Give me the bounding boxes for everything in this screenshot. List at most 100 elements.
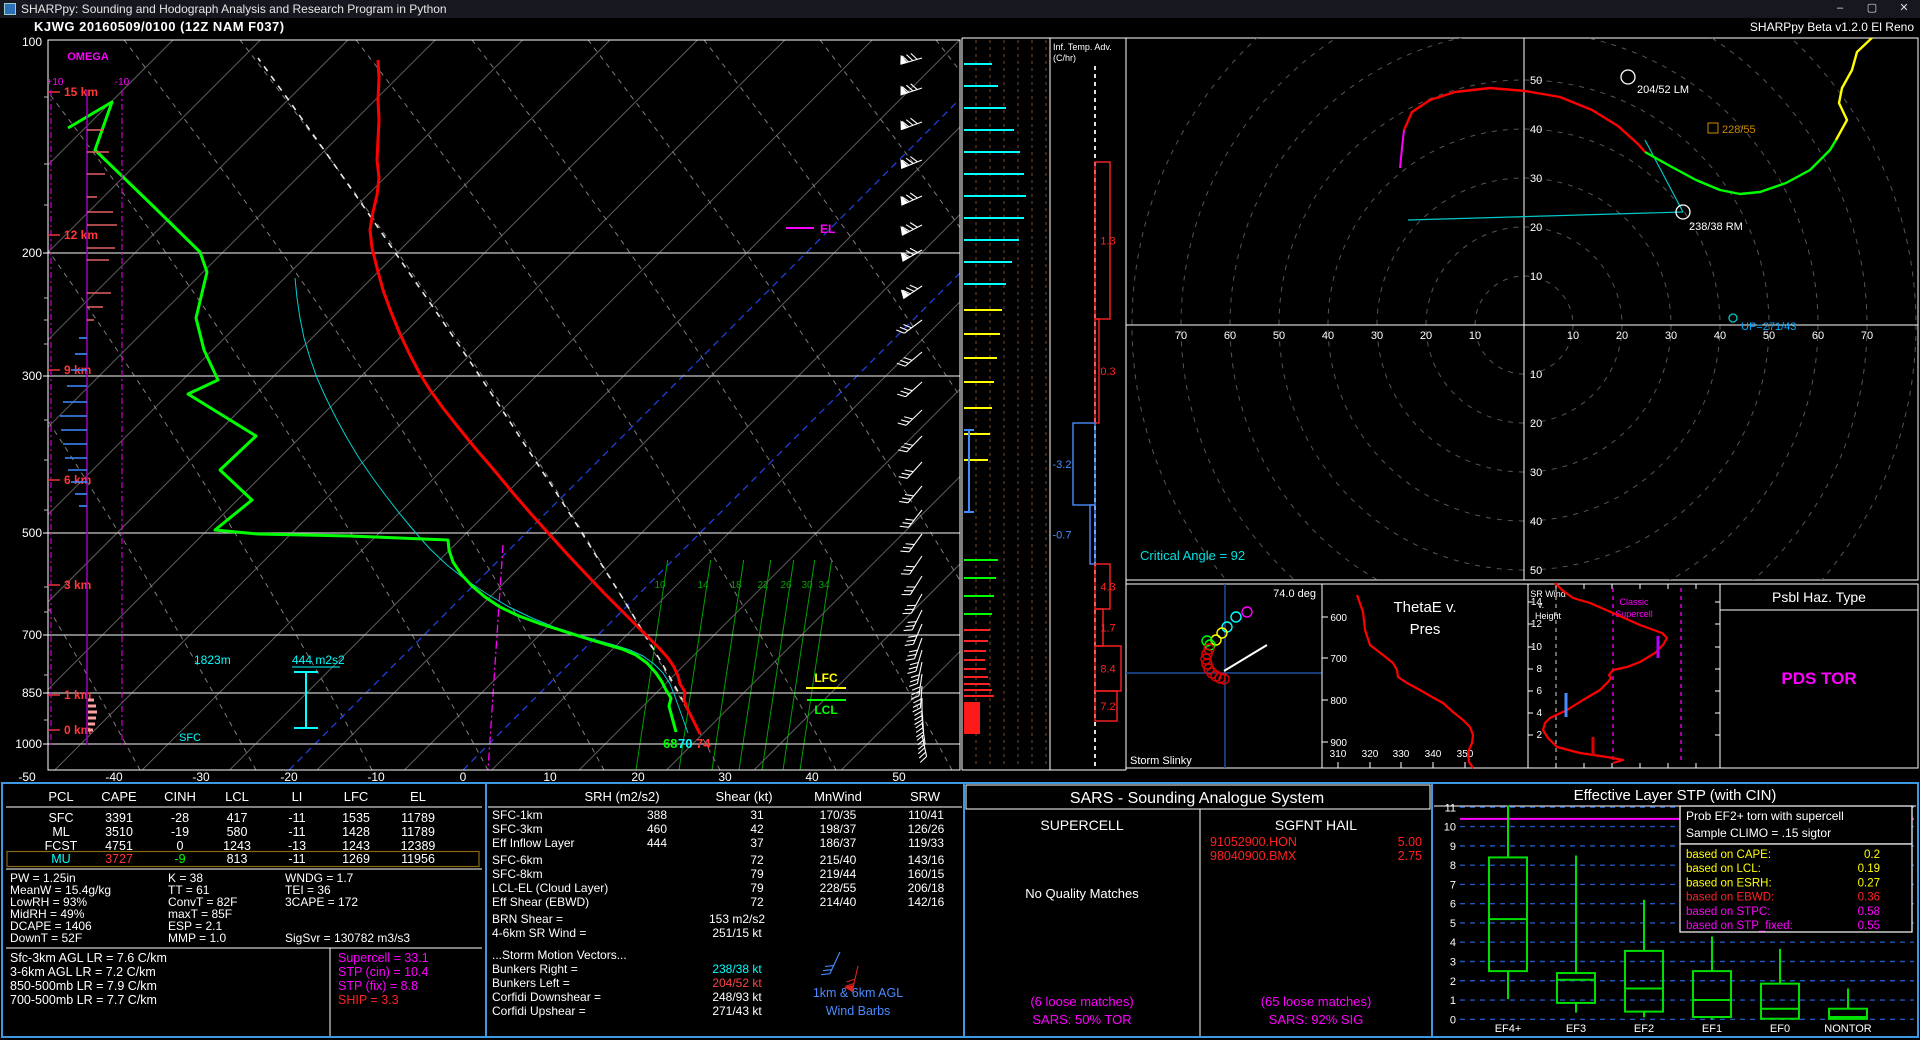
wind-speed-inset[interactable] bbox=[962, 38, 1050, 770]
eff-srh-label: 444 m2s2 bbox=[292, 653, 345, 667]
temp-advection-inset[interactable]: Inf. Temp. Adv.(C/hr)1.30.3-3.2-0.74.31.… bbox=[1050, 38, 1126, 770]
sars-hail-matches: (65 loose matches) bbox=[1261, 994, 1372, 1009]
svg-text:ML: ML bbox=[52, 825, 69, 839]
wind-barb bbox=[915, 722, 926, 749]
parcel-header: LI bbox=[292, 789, 303, 804]
svg-text:388: 388 bbox=[647, 808, 667, 822]
sars-panel[interactable]: SARS - Sounding Analogue SystemSUPERCELL… bbox=[966, 785, 1430, 1036]
temp-axis: -50-40-30-20-1001020304050 bbox=[18, 770, 906, 784]
hazard-title: Psbl Haz. Type bbox=[1772, 589, 1866, 605]
thermo-indices: PW = 1.25inMeanW = 15.4g/kgLowRH = 93%Mi… bbox=[6, 871, 482, 948]
wind-barb bbox=[898, 431, 922, 455]
srwind-annotation: Classic bbox=[1619, 597, 1649, 607]
parcel-table[interactable]: PCLCAPECINHLCLLILFCELSFC3391-28417-11153… bbox=[6, 789, 482, 869]
sharppy-window: SHARPpy: Sounding and Hodograph Analysis… bbox=[0, 0, 1920, 1040]
svg-text:+10: +10 bbox=[47, 77, 64, 88]
parcel-header: LCL bbox=[225, 789, 249, 804]
sars-tor-matches: (6 loose matches) bbox=[1030, 994, 1133, 1009]
svg-text:200: 200 bbox=[22, 246, 42, 260]
parcel-row-ml[interactable]: ML3510-19580-11142811789 bbox=[52, 825, 435, 839]
svg-text:40: 40 bbox=[1322, 330, 1334, 342]
possible-hazard-panel[interactable]: Psbl Haz. TypePDS TOR bbox=[1720, 584, 1918, 768]
temp-adv-value: -3.2 bbox=[1053, 459, 1072, 471]
thetae-panel[interactable]: ThetaE v.Pres600700800900310320330340350 bbox=[1322, 584, 1528, 768]
wind-barb bbox=[915, 735, 928, 762]
svg-text:20: 20 bbox=[1530, 418, 1542, 430]
kin-header: MnWind bbox=[814, 789, 862, 804]
svg-text:460: 460 bbox=[647, 822, 667, 836]
svg-text:330: 330 bbox=[1393, 749, 1410, 760]
svg-text:11789: 11789 bbox=[401, 811, 435, 825]
svg-text:-10: -10 bbox=[115, 77, 130, 88]
svg-text:-11: -11 bbox=[288, 825, 305, 839]
wind-barb bbox=[897, 346, 922, 369]
wind-barb bbox=[821, 949, 840, 978]
temp-adv-value: 1.3 bbox=[1100, 236, 1115, 248]
svg-text:10: 10 bbox=[1530, 369, 1542, 381]
pressure-axis: 1002003005007008501000 bbox=[15, 35, 48, 751]
lapse-rate: 850-500mb LR = 7.9 C/km bbox=[10, 979, 157, 993]
parcel-row-mu[interactable]: MU3727-9813-11126911956 bbox=[7, 852, 479, 867]
wind-barb bbox=[898, 405, 922, 429]
svg-text:214/40: 214/40 bbox=[820, 895, 857, 909]
omega-title: OMEGA bbox=[67, 51, 109, 63]
kinematics-table[interactable]: SRH (m2/s2)Shear (kt)MnWindSRWSFC-1km388… bbox=[488, 789, 962, 909]
svg-text:30: 30 bbox=[718, 770, 732, 784]
stp-legend-title: Prob EF2+ torn with supercell bbox=[1686, 809, 1844, 823]
svg-text:160/15: 160/15 bbox=[908, 867, 945, 881]
svg-text:206/18: 206/18 bbox=[908, 881, 945, 895]
motion-value: 251/15 kt bbox=[712, 926, 762, 940]
svg-text:7: 7 bbox=[1450, 879, 1456, 891]
wind-barb bbox=[900, 280, 922, 299]
sars-hail-header: SGFNT HAIL bbox=[1275, 817, 1357, 833]
dewpoint-profile bbox=[68, 102, 676, 732]
svg-text:700: 700 bbox=[22, 628, 42, 642]
svg-text:60: 60 bbox=[1812, 330, 1824, 342]
stp-category: EF0 bbox=[1770, 1023, 1790, 1035]
stp-prob-value: 0.58 bbox=[1858, 906, 1880, 918]
svg-text:-28: -28 bbox=[171, 811, 189, 825]
index-value: MMP = 1.0 bbox=[168, 931, 226, 945]
mean-wind-label: 228/55 bbox=[1722, 124, 1756, 136]
main-canvas[interactable]: 10141822263034100200300500700850100015 k… bbox=[0, 0, 1920, 1040]
parcel-row-sfc[interactable]: SFC3391-28417-11153511789 bbox=[49, 811, 435, 825]
temp-adv-title: Inf. Temp. Adv. bbox=[1053, 42, 1112, 52]
mixing-ratio-label: 14 bbox=[697, 580, 709, 591]
svg-text:110/41: 110/41 bbox=[908, 808, 944, 822]
stp-legend-climo: Sample CLIMO = .15 sigtor bbox=[1686, 826, 1831, 840]
parcel-header: LFC bbox=[344, 789, 369, 804]
stp-prob-label: based on ESRH: bbox=[1686, 877, 1772, 889]
km-label: 15 km bbox=[64, 85, 98, 99]
svg-text:-9: -9 bbox=[174, 852, 185, 866]
svg-text:310: 310 bbox=[1330, 749, 1347, 760]
storm-motion-block: BRN Shear =153 m2/s24-6km SR Wind =251/1… bbox=[492, 912, 903, 1018]
lapse-rate: 700-500mb LR = 7.7 C/km bbox=[10, 993, 157, 1007]
wind-barb bbox=[899, 115, 922, 130]
svg-text:1: 1 bbox=[1450, 995, 1456, 1007]
svg-text:11: 11 bbox=[1445, 802, 1456, 814]
svg-text:1535: 1535 bbox=[342, 811, 370, 825]
svg-text:79: 79 bbox=[750, 881, 764, 895]
svg-text:30: 30 bbox=[1665, 330, 1677, 342]
critical-angle-label: Critical Angle = 92 bbox=[1140, 548, 1245, 563]
svg-text:-19: -19 bbox=[171, 825, 189, 839]
svg-text:40: 40 bbox=[805, 770, 819, 784]
lapse-rate: Sfc-3km AGL LR = 7.6 C/km bbox=[10, 951, 167, 965]
svg-text:11789: 11789 bbox=[401, 825, 435, 839]
svg-text:20: 20 bbox=[631, 770, 645, 784]
sr-wind-panel[interactable]: SR Windv.HeightClassicSupercell141210864… bbox=[1528, 583, 1720, 768]
wind-barb bbox=[899, 218, 922, 235]
svg-text:4: 4 bbox=[1450, 937, 1456, 949]
composite-index: Supercell = 33.1 bbox=[338, 951, 429, 965]
lfc-label: LFC bbox=[814, 671, 838, 685]
composite-index: STP (cin) = 10.4 bbox=[338, 965, 428, 979]
svg-text:37: 37 bbox=[750, 836, 764, 850]
stp-prob-value: 0.36 bbox=[1858, 892, 1880, 904]
svg-text:10: 10 bbox=[1444, 822, 1456, 834]
mixing-ratio-label: 30 bbox=[801, 580, 813, 591]
svg-text:170/35: 170/35 bbox=[820, 808, 857, 822]
storm-slinky-panel[interactable]: 74.0 degStorm Slinky bbox=[1126, 584, 1322, 768]
sars-hail-result: SARS: 92% SIG bbox=[1269, 1012, 1364, 1027]
composite-index: STP (fix) = 8.8 bbox=[338, 979, 418, 993]
hodograph-panel[interactable]: 7060504030201010203040506070504030201010… bbox=[1126, 0, 1918, 717]
